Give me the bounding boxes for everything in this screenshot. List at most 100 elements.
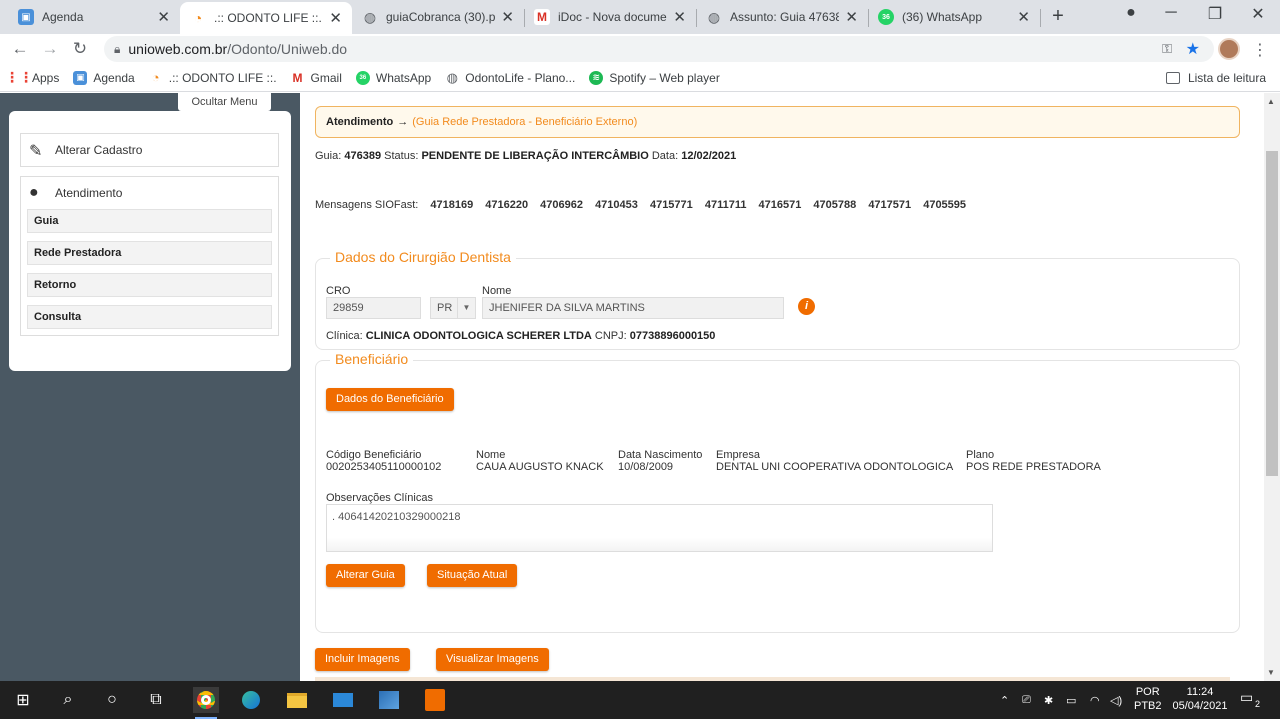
- clinic-cnpj: 07738896000150: [629, 330, 716, 342]
- clock-time: 11:24: [1186, 686, 1214, 698]
- tab-title: (36) WhatsApp: [902, 10, 983, 24]
- arrow-right-icon: →: [397, 116, 409, 128]
- lock-icon[interactable]: 🔒︎: [114, 42, 120, 57]
- close-icon[interactable]: ✕: [1017, 8, 1030, 26]
- odontolife-icon: ◔: [190, 10, 206, 26]
- dentist-fieldset: Dados do Cirurgião Dentista CRO 29859 PR…: [315, 249, 1240, 350]
- breadcrumb-title: Atendimento: [326, 116, 394, 128]
- tab-search-icon[interactable]: ●: [1119, 4, 1143, 22]
- address-bar[interactable]: 🔒︎ unioweb.com.br/Odonto/Uniweb.do ⚿ ★: [104, 36, 1214, 62]
- menu-alterar-cadastro[interactable]: ✎ Alterar Cadastro: [20, 133, 279, 167]
- clinical-notes-label: Observações Clínicas: [326, 492, 433, 504]
- language-indicator[interactable]: POR PTB2: [1134, 685, 1162, 713]
- minimize-icon[interactable]: ─: [1159, 4, 1183, 22]
- hide-menu-toggle[interactable]: Ocultar Menu: [178, 93, 271, 111]
- volume-icon[interactable]: ◁): [1110, 681, 1122, 719]
- system-clock[interactable]: 11:24 05/04/2021: [1172, 685, 1228, 713]
- bookmark-star-icon[interactable]: ★: [1186, 39, 1200, 59]
- search-icon[interactable]: ⌕: [55, 687, 81, 713]
- beneficiary-name-col: Nome CAUA AUGUSTO KNACK: [476, 449, 604, 473]
- guide-number: 476389: [344, 150, 382, 162]
- close-icon[interactable]: ✕: [845, 8, 858, 26]
- bookmark-agenda[interactable]: ▣ Agenda: [73, 70, 135, 85]
- browser-tab-strip: ▣ Agenda ✕ ◔ .:: ODONTO LIFE ::. ✕ ◍ gui…: [0, 0, 1280, 34]
- beneficiary-name: CAUA AUGUSTO KNACK: [476, 461, 604, 473]
- edge-icon[interactable]: [238, 687, 264, 713]
- globe-icon: ◍: [363, 8, 377, 25]
- task-view-icon[interactable]: ⧉: [143, 687, 169, 713]
- tab-title: Assunto: Guia 476389: [730, 10, 840, 24]
- alter-guide-button[interactable]: Alterar Guia: [326, 564, 405, 587]
- battery-icon[interactable]: ▭: [1066, 681, 1076, 719]
- add-images-button[interactable]: Incluir Imagens: [315, 648, 410, 671]
- windows-start-icon[interactable]: ⊞: [10, 687, 36, 713]
- page-scrollbar[interactable]: ▲ ▼: [1264, 93, 1280, 681]
- window-close-icon[interactable]: ✕: [1246, 4, 1270, 24]
- cortana-icon[interactable]: ○: [99, 687, 125, 713]
- close-icon[interactable]: ✕: [157, 8, 170, 26]
- scrollbar-thumb[interactable]: [1266, 151, 1278, 476]
- notification-center-icon[interactable]: ▭ 2: [1240, 689, 1262, 709]
- tray-chevron-icon[interactable]: ⌃: [1000, 681, 1009, 719]
- meet-now-icon[interactable]: ⎚: [1022, 681, 1031, 719]
- wifi-icon[interactable]: ◠: [1090, 681, 1100, 719]
- dentist-legend: Dados do Cirurgião Dentista: [330, 249, 516, 265]
- close-icon[interactable]: ✕: [673, 8, 686, 26]
- key-icon[interactable]: ⚿: [1162, 41, 1172, 57]
- cro-field[interactable]: 29859: [326, 297, 421, 319]
- bookmark-odontolife-plano[interactable]: ◍ OdontoLife - Plano...: [445, 70, 576, 85]
- whatsapp-icon: 36: [355, 70, 370, 85]
- new-tab-button[interactable]: +: [1046, 4, 1070, 28]
- dentist-name-field[interactable]: JHENIFER DA SILVA MARTINS: [482, 297, 784, 319]
- tab-whatsapp[interactable]: 36 (36) WhatsApp ✕: [868, 2, 1040, 32]
- menu-kebab-icon[interactable]: ⋮: [1252, 40, 1268, 60]
- odontolife-icon: ◔: [151, 70, 160, 85]
- beneficiary-data-button[interactable]: Dados do Beneficiário: [326, 388, 454, 411]
- clock-date: 05/04/2021: [1172, 700, 1228, 712]
- submenu-guia[interactable]: Guia: [27, 209, 272, 233]
- info-icon[interactable]: i: [798, 298, 815, 315]
- user-support-icon: ●: [29, 184, 39, 201]
- tab-idoc[interactable]: M iDoc - Nova document ✕: [524, 2, 696, 32]
- bookmark-odontolife[interactable]: ◔ .:: ODONTO LIFE ::.: [149, 70, 277, 85]
- tab-title: .:: ODONTO LIFE ::.: [214, 11, 322, 25]
- restore-icon[interactable]: ❐: [1203, 4, 1227, 24]
- clinical-notes-textarea[interactable]: . 40641420210329000218: [326, 504, 993, 552]
- uf-select[interactable]: PR ▼: [430, 297, 476, 319]
- antivirus-icon[interactable]: ✱: [1044, 681, 1053, 719]
- photos-icon[interactable]: [376, 687, 402, 713]
- tab-guia-cobranca[interactable]: ◍ guiaCobranca (30).pdf ✕: [352, 2, 524, 32]
- back-icon[interactable]: ←: [10, 39, 30, 59]
- agenda-icon: ▣: [18, 9, 34, 25]
- guide-info-line: Guia: 476389 Status: PENDENTE DE LIBERAÇ…: [315, 150, 737, 162]
- mail-icon[interactable]: [330, 687, 356, 713]
- bookmark-apps[interactable]: ⋮⋮ Apps: [5, 69, 59, 85]
- close-icon[interactable]: ✕: [501, 8, 514, 26]
- bookmark-gmail[interactable]: M Gmail: [291, 71, 342, 85]
- bookmark-spotify[interactable]: ≋ Spotify – Web player: [589, 70, 720, 85]
- reading-list[interactable]: Lista de leitura: [1165, 71, 1266, 85]
- pdf-app-icon[interactable]: [422, 687, 448, 713]
- chrome-icon[interactable]: [193, 687, 219, 719]
- tab-agenda[interactable]: ▣ Agenda ✕: [8, 2, 180, 32]
- submenu-consulta[interactable]: Consulta: [27, 305, 272, 329]
- bookmark-whatsapp[interactable]: 36 WhatsApp: [355, 70, 431, 85]
- tab-assunto-guia[interactable]: ◍ Assunto: Guia 476389 ✕: [696, 2, 868, 32]
- view-images-button[interactable]: Visualizar Imagens: [436, 648, 549, 671]
- submenu-retorno[interactable]: Retorno: [27, 273, 272, 297]
- spotify-icon: ≋: [589, 70, 604, 85]
- menu-atendimento-header[interactable]: ● Atendimento: [21, 177, 278, 209]
- scroll-down-icon[interactable]: ▼: [1267, 668, 1275, 677]
- forward-icon[interactable]: →: [40, 39, 60, 59]
- scroll-up-icon[interactable]: ▲: [1267, 97, 1275, 106]
- tab-odontolife[interactable]: ◔ .:: ODONTO LIFE ::. ✕: [180, 2, 352, 34]
- url-host: unioweb.com.br: [128, 41, 228, 57]
- close-icon[interactable]: ✕: [329, 9, 342, 27]
- submenu-rede-prestadora[interactable]: Rede Prestadora: [27, 241, 272, 265]
- profile-avatar[interactable]: [1218, 38, 1240, 60]
- file-explorer-icon[interactable]: [284, 687, 310, 713]
- current-status-button[interactable]: Situação Atual: [427, 564, 518, 587]
- agenda-icon: ▣: [73, 70, 88, 85]
- message-number: 4716571: [758, 199, 802, 211]
- reload-icon[interactable]: ↻: [70, 39, 90, 59]
